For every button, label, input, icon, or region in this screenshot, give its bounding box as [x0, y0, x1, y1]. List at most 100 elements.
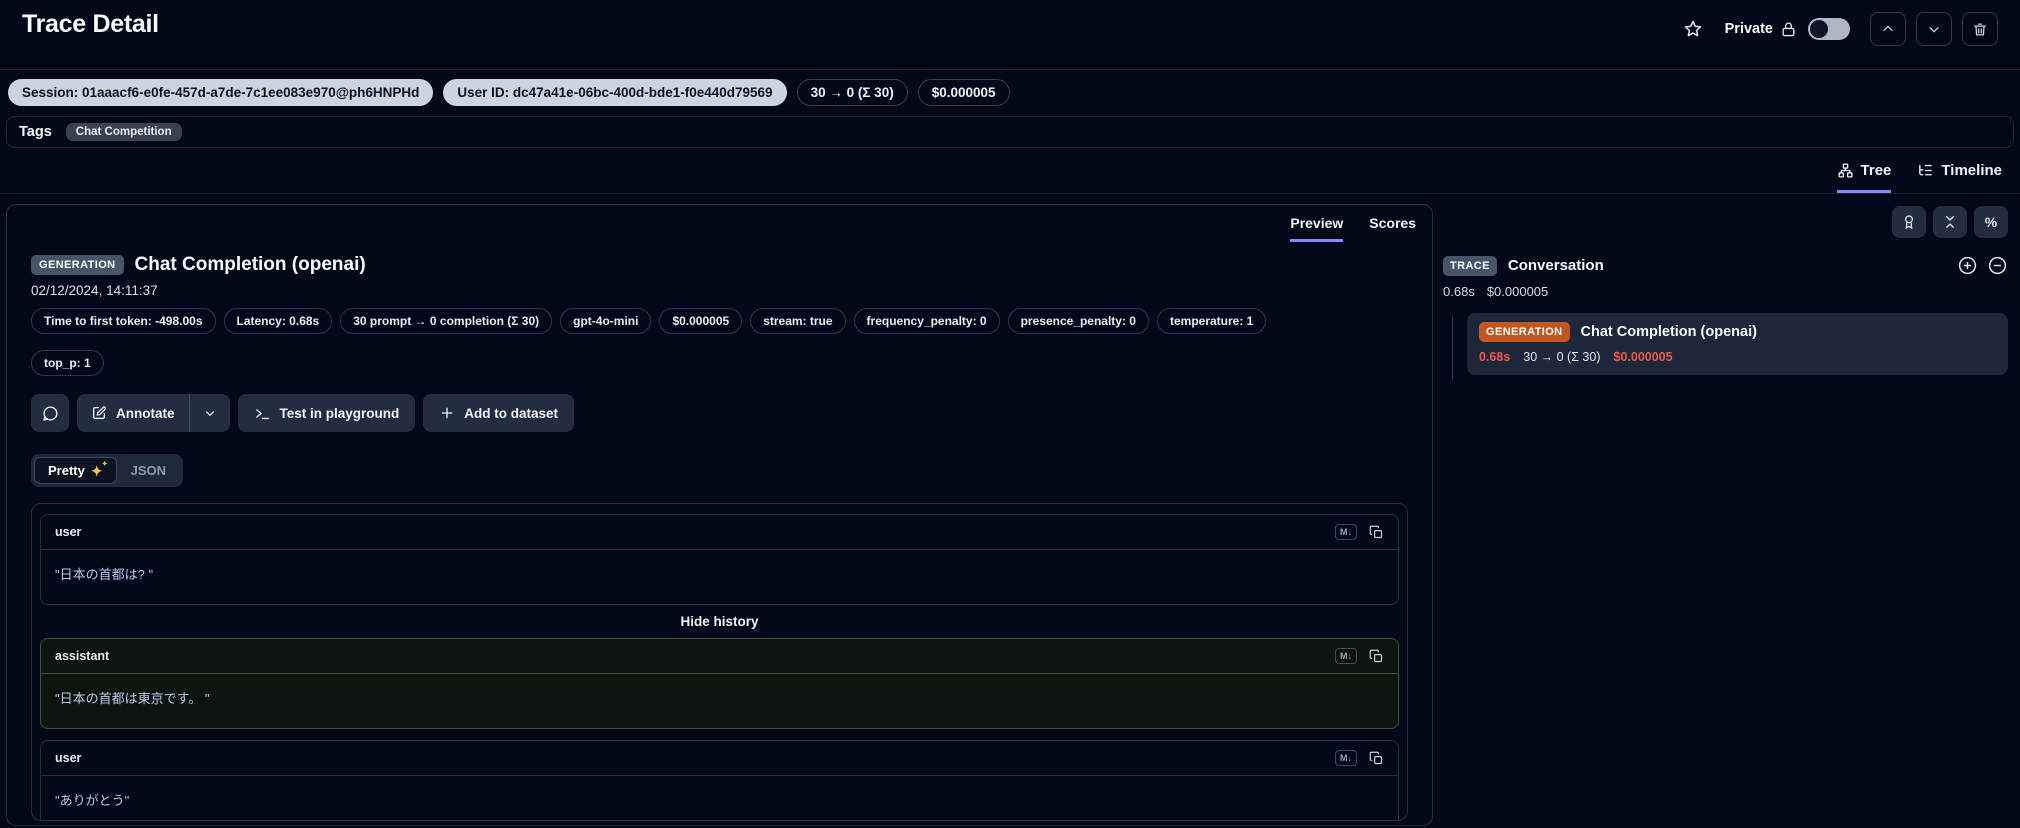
tree-node-generation[interactable]: GENERATION Chat Completion (openai) 0.68…	[1452, 313, 2008, 381]
node-title-row: GENERATION Chat Completion (openai)	[1479, 322, 1996, 342]
bookmark-star-button[interactable]	[1679, 15, 1707, 43]
observation-timestamp: 02/12/2024, 14:11:37	[31, 283, 158, 298]
plus-icon	[439, 405, 455, 421]
expand-node-button[interactable]	[1957, 255, 1978, 276]
metric-badge: stream: true	[750, 308, 846, 334]
node-title: Chat Completion (openai)	[1580, 324, 1757, 340]
message-header-icons: M↓	[1335, 648, 1384, 664]
public-toggle[interactable]	[1808, 18, 1850, 40]
main-split: Preview Scores GENERATION Chat Completio…	[0, 194, 2020, 826]
collapse-all-button[interactable]	[1933, 206, 1967, 238]
action-buttons: Annotate Test in playground Add to datas…	[31, 394, 1408, 432]
chevron-up-icon	[1880, 21, 1896, 37]
tab-scores[interactable]: Scores	[1369, 215, 1416, 242]
tab-timeline[interactable]: Timeline	[1917, 162, 2002, 193]
circle-minus-icon	[1987, 255, 2008, 276]
tags-label: Tags	[19, 124, 52, 140]
observation-panel: Preview Scores GENERATION Chat Completio…	[6, 204, 1433, 826]
tree-zoom-controls	[1957, 255, 2008, 276]
metric-badge: frequency_penalty: 0	[853, 308, 1000, 334]
circle-plus-icon	[1957, 255, 1978, 276]
copy-button[interactable]	[1369, 525, 1384, 540]
message-content: "日本の首都は? "	[55, 567, 154, 582]
chevron-down-icon	[203, 406, 217, 420]
percent-icon: %	[1984, 214, 1998, 230]
metric-badges: Time to first token: -498.00s Latency: 0…	[31, 308, 1408, 376]
tree-icon	[1837, 162, 1854, 179]
page-title: Trace Detail	[22, 10, 159, 38]
delete-trace-button[interactable]	[1962, 12, 1998, 46]
pretty-toggle[interactable]: Pretty ✦	[34, 457, 117, 484]
message-role: assistant	[55, 649, 110, 663]
observation-title-row: GENERATION Chat Completion (openai)	[31, 254, 1408, 276]
tab-tree-label: Tree	[1860, 162, 1892, 179]
metric-badge: Latency: 0.68s	[223, 308, 333, 334]
trace-title: Conversation	[1507, 257, 1604, 274]
copy-button[interactable]	[1369, 751, 1384, 766]
topbar: Trace Detail Private	[0, 0, 2020, 70]
sparkles-icon: ✦	[91, 461, 107, 478]
annotate-label: Annotate	[116, 405, 175, 421]
hide-history-button[interactable]: Hide history	[40, 605, 1399, 638]
privacy-label: Private	[1724, 21, 1773, 37]
message-header: user M↓	[41, 515, 1398, 550]
tab-tree[interactable]: Tree	[1836, 162, 1892, 193]
trash-icon	[1972, 21, 1988, 38]
trace-detail-page: Trace Detail Private Session: 01aaacf6-e…	[0, 0, 2020, 826]
copy-icon	[1369, 525, 1384, 540]
comment-icon	[42, 405, 59, 422]
annotate-button[interactable]: Annotate	[77, 394, 189, 432]
json-toggle[interactable]: JSON	[117, 457, 180, 484]
next-trace-button[interactable]	[1916, 12, 1952, 46]
annotate-pen-icon	[91, 405, 107, 421]
message-content: "ありがとう"	[55, 793, 130, 808]
observation-body: GENERATION Chat Completion (openai) 02/1…	[7, 242, 1432, 821]
lock-icon	[1780, 21, 1797, 38]
trace-type-badge: TRACE	[1443, 255, 1497, 276]
node-metrics-row: 0.68s 30 → 0 (Σ 30) $0.000005	[1479, 350, 1996, 364]
previous-trace-button[interactable]	[1870, 12, 1906, 46]
node-cost: $0.000005	[1613, 350, 1673, 364]
session-badge[interactable]: Session: 01aaacf6-e0fe-457d-a7de-7c1ee08…	[8, 79, 434, 106]
pretty-label: Pretty	[48, 463, 85, 478]
trace-root-row[interactable]: TRACE Conversation	[1443, 255, 2008, 276]
toggle-knob	[1810, 20, 1828, 38]
view-tabs: Tree Timeline	[0, 148, 2020, 194]
user-id-badge[interactable]: User ID: dc47a41e-06bc-400d-bde1-f0e440d…	[443, 79, 787, 106]
tag-chip[interactable]: Chat Competition	[65, 123, 182, 141]
privacy-control: Private	[1725, 18, 1850, 40]
copy-icon	[1369, 649, 1384, 664]
metric-badge: 30 prompt → 0 completion (Σ 30)	[340, 308, 553, 334]
collapse-node-button[interactable]	[1987, 255, 2008, 276]
chevron-down-icon	[1926, 21, 1942, 37]
metric-badge: top_p: 1	[31, 350, 104, 376]
annotate-dropdown-button[interactable]	[188, 394, 230, 432]
scores-toggle-button[interactable]	[1892, 206, 1926, 238]
metric-badge: presence_penalty: 0	[1007, 308, 1149, 334]
message-header-icons: M↓	[1335, 750, 1384, 766]
copy-button[interactable]	[1369, 649, 1384, 664]
comment-button[interactable]	[31, 394, 69, 432]
observation-title: Chat Completion (openai)	[134, 254, 366, 275]
markdown-toggle-icon[interactable]: M↓	[1335, 750, 1357, 766]
add-to-dataset-button[interactable]: Add to dataset	[423, 394, 575, 432]
message-user-1: user M↓ "日本の首都は? "	[40, 514, 1399, 605]
message-assistant: assistant M↓ "日本の首都は東京です。 "	[40, 638, 1399, 729]
playground-button[interactable]: Test in playground	[237, 394, 416, 432]
tab-preview[interactable]: Preview	[1290, 215, 1344, 242]
metric-badge: Time to first token: -498.00s	[31, 308, 216, 334]
trace-cost: $0.000005	[1486, 284, 1549, 299]
timeline-icon	[1917, 162, 1934, 179]
node-tokens: 30 → 0 (Σ 30)	[1523, 350, 1601, 364]
playground-label: Test in playground	[279, 405, 400, 421]
markdown-toggle-icon[interactable]: M↓	[1335, 648, 1357, 664]
tree-toolbar: %	[1443, 206, 2008, 238]
markdown-toggle-icon[interactable]: M↓	[1335, 524, 1357, 540]
metric-badge: $0.000005	[659, 308, 743, 334]
token-usage-badge: 30 → 0 (Σ 30)	[796, 79, 908, 106]
metrics-toggle-button[interactable]: %	[1974, 206, 2008, 238]
node-latency: 0.68s	[1479, 350, 1511, 364]
observation-tabs: Preview Scores	[7, 205, 1432, 242]
star-icon	[1683, 19, 1703, 39]
message-role: user	[55, 751, 82, 765]
